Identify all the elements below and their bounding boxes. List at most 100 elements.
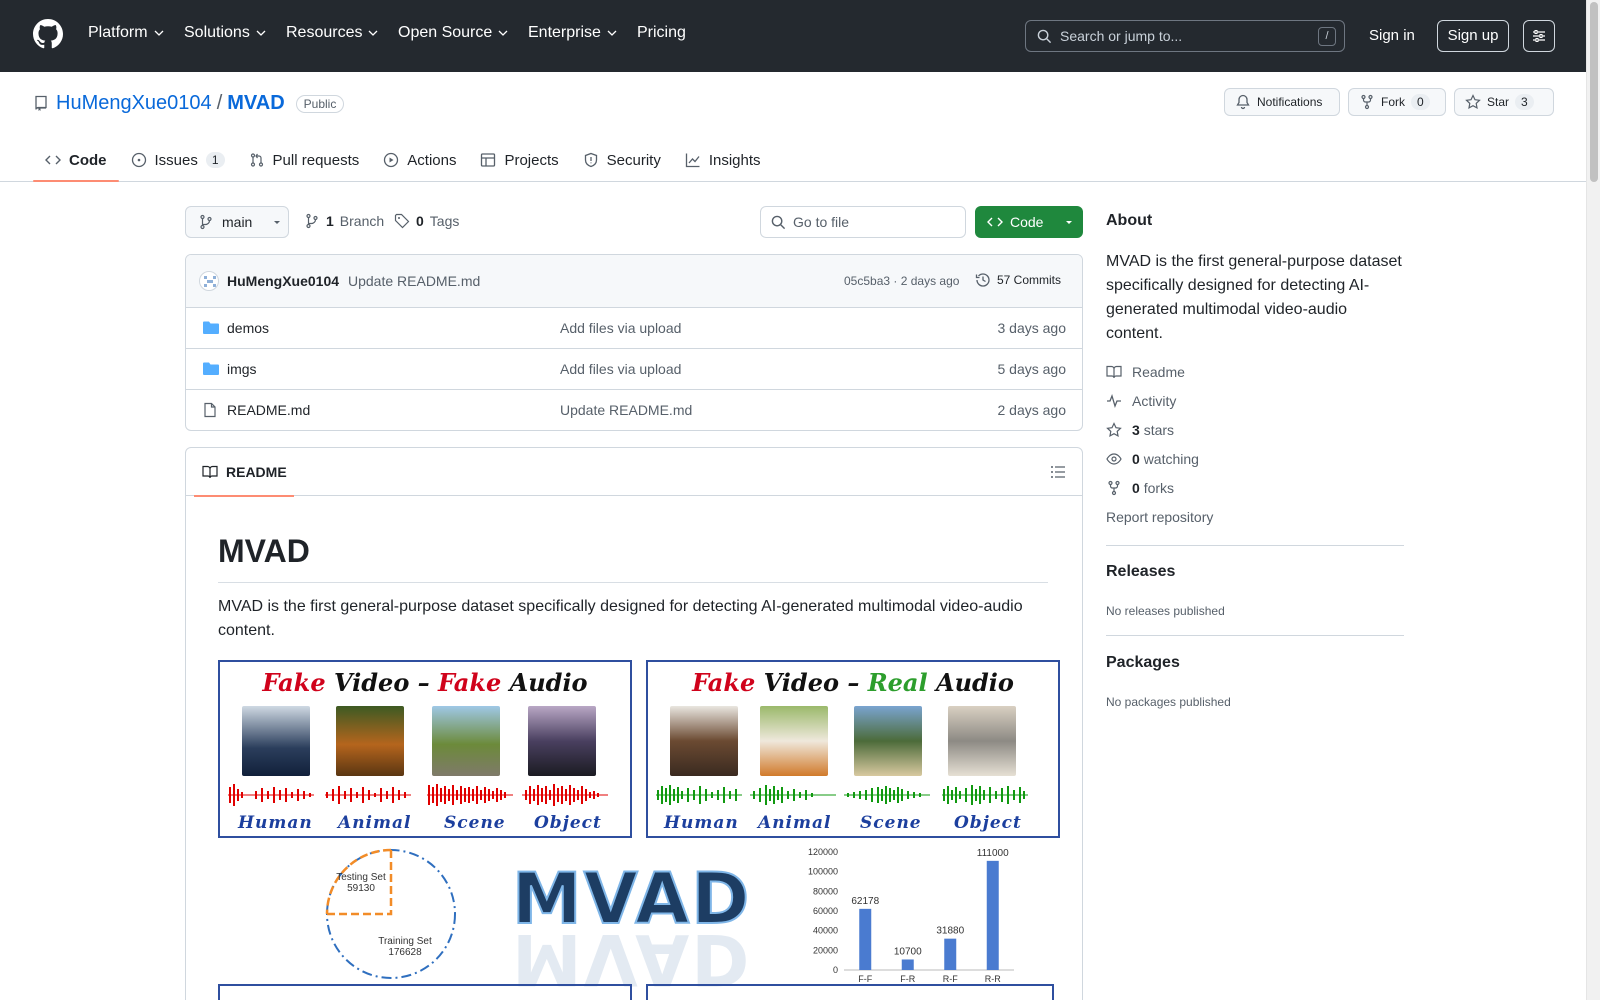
tab-security[interactable]: Security (571, 138, 673, 182)
commit-sha-time[interactable]: 05c5ba3 · 2 days ago (844, 274, 959, 288)
figure-panel-title: Fake Video – Real Audio (692, 668, 1014, 697)
file-row[interactable]: imgs Add files via upload 5 days ago (186, 349, 1082, 390)
report-repository-link[interactable]: Report repository (1106, 509, 1213, 525)
pulse-icon (1107, 394, 1121, 408)
nav-pricing[interactable]: Pricing (637, 24, 686, 42)
scrollbar-thumb[interactable] (1590, 2, 1598, 182)
file-commit-message[interactable]: Add files via upload (560, 320, 681, 336)
readme-tab-label: README (226, 464, 287, 480)
figure-panel-fake-real: Fake Video – Real Audio Human Animal Sce… (646, 660, 1060, 838)
latest-commit-row: HuMengXue0104 Update README.md 05c5ba3 ·… (186, 255, 1082, 308)
global-header: Platform Solutions Resources Open Source… (0, 0, 1586, 72)
figure-panel-title: Fake Video – Fake Audio (262, 668, 588, 697)
commits-link[interactable]: 57 Commits (975, 272, 1061, 288)
y-tick-label: 120000 (808, 847, 838, 857)
forks-count: 0 (1132, 480, 1140, 496)
command-palette-button[interactable] (1523, 20, 1555, 52)
shield-icon (584, 152, 597, 168)
global-search-input[interactable]: Search or jump to... / (1025, 20, 1345, 52)
sidebar-link-activity[interactable]: Activity (1106, 393, 1176, 409)
waveform-icon (427, 784, 513, 806)
nav-enterprise-label: Enterprise (528, 24, 601, 41)
bar-value-label: 10700 (894, 946, 922, 957)
page-scrollbar[interactable] (1586, 0, 1600, 1000)
branches-link[interactable]: 1 Branch (304, 213, 384, 229)
sidebar-link-readme[interactable]: Readme (1106, 364, 1185, 380)
commit-message[interactable]: Update README.md (348, 273, 480, 289)
bar-value-label: 31880 (936, 926, 964, 937)
figure-label-object: Object (954, 813, 1022, 833)
tab-projects[interactable]: Projects (468, 138, 570, 182)
figure-panel-fake-fake: Fake Video – Fake Audio Human Animal Sce… (218, 660, 632, 838)
releases-heading[interactable]: Releases (1106, 563, 1175, 581)
tab-pull-requests[interactable]: Pull requests (237, 138, 372, 182)
code-dropdown-button[interactable]: Code (975, 206, 1083, 238)
tags-link[interactable]: 0 Tags (394, 213, 459, 229)
avatar[interactable] (199, 271, 219, 291)
repo-name-link[interactable]: MVAD (227, 92, 284, 115)
go-to-file-input[interactable]: Go to file (760, 206, 966, 238)
tab-readme[interactable]: README (194, 448, 294, 497)
sign-up-button[interactable]: Sign up (1437, 20, 1509, 52)
pull-request-icon (250, 153, 263, 167)
sign-in-link[interactable]: Sign in (1369, 27, 1415, 44)
list-icon[interactable] (1050, 464, 1066, 480)
bar (986, 860, 999, 970)
chevron-down-icon (369, 30, 378, 36)
thumbnail-scene (854, 706, 922, 776)
star-button[interactable]: Star 3 (1454, 88, 1554, 116)
identicon-icon (204, 276, 216, 287)
repo-owner-link[interactable]: HuMengXue0104 (56, 92, 212, 115)
y-tick-label: 80000 (813, 886, 838, 896)
nav-resources[interactable]: Resources (286, 24, 378, 42)
waveform-icon (942, 785, 1028, 805)
bar (859, 908, 872, 970)
file-name[interactable]: README.md (227, 402, 310, 418)
tag-label: Tags (429, 213, 460, 229)
folder-icon (203, 362, 219, 375)
nav-solutions[interactable]: Solutions (184, 24, 266, 42)
code-icon (45, 155, 61, 165)
book-icon (202, 465, 218, 479)
figure-panel-real-fake (218, 984, 632, 1000)
waveform-icon (844, 786, 930, 804)
file-name[interactable]: demos (227, 320, 269, 336)
fork-button[interactable]: Fork 0 (1348, 88, 1446, 116)
figure-label-human: Human (238, 813, 313, 833)
commit-author[interactable]: HuMengXue0104 (227, 273, 339, 289)
file-commit-message[interactable]: Update README.md (560, 402, 692, 418)
packages-heading[interactable]: Packages (1106, 654, 1180, 672)
readme-paragraph: MVAD is the first general-purpose datase… (218, 598, 1023, 639)
tab-issues-label: Issues (154, 151, 198, 169)
github-logo-icon[interactable] (33, 19, 63, 49)
file-name[interactable]: imgs (227, 361, 257, 377)
nav-platform[interactable]: Platform (88, 24, 164, 42)
sidebar-link-label: Readme (1132, 364, 1185, 380)
file-row[interactable]: README.md Update README.md 2 days ago (186, 390, 1082, 430)
notifications-button[interactable]: Notifications (1224, 88, 1340, 116)
bar (901, 959, 914, 970)
tab-actions[interactable]: Actions (371, 138, 468, 182)
file-row[interactable]: demos Add files via upload 3 days ago (186, 308, 1082, 349)
tab-code[interactable]: Code (33, 138, 119, 182)
star-icon (1465, 94, 1481, 110)
releases-note: No releases published (1106, 604, 1225, 618)
tag-count: 0 (416, 213, 424, 229)
sidebar-link-stars[interactable]: 3 stars (1106, 422, 1174, 438)
nav-pricing-label: Pricing (637, 24, 686, 41)
y-tick-label: 100000 (808, 867, 838, 877)
y-tick-label: 20000 (813, 945, 838, 955)
nav-open-source[interactable]: Open Source (398, 24, 508, 42)
branch-selector[interactable]: main (185, 206, 289, 238)
sidebar-link-watching[interactable]: 0 watching (1106, 451, 1199, 467)
sidebar-link-forks[interactable]: 0 forks (1106, 480, 1174, 496)
file-commit-message[interactable]: Add files via upload (560, 361, 681, 377)
nav-enterprise[interactable]: Enterprise (528, 24, 617, 42)
nav-open-source-label: Open Source (398, 24, 493, 41)
subset-bar-chart: 120000 100000 80000 60000 40000 20000 0 62178 F-… (808, 847, 1014, 984)
thumbnail-animal (760, 706, 828, 776)
figure-label-scene: Scene (860, 813, 922, 833)
tab-issues[interactable]: Issues 1 (119, 138, 237, 182)
figure-label-scene: Scene (444, 813, 506, 833)
tab-insights[interactable]: Insights (673, 138, 773, 182)
